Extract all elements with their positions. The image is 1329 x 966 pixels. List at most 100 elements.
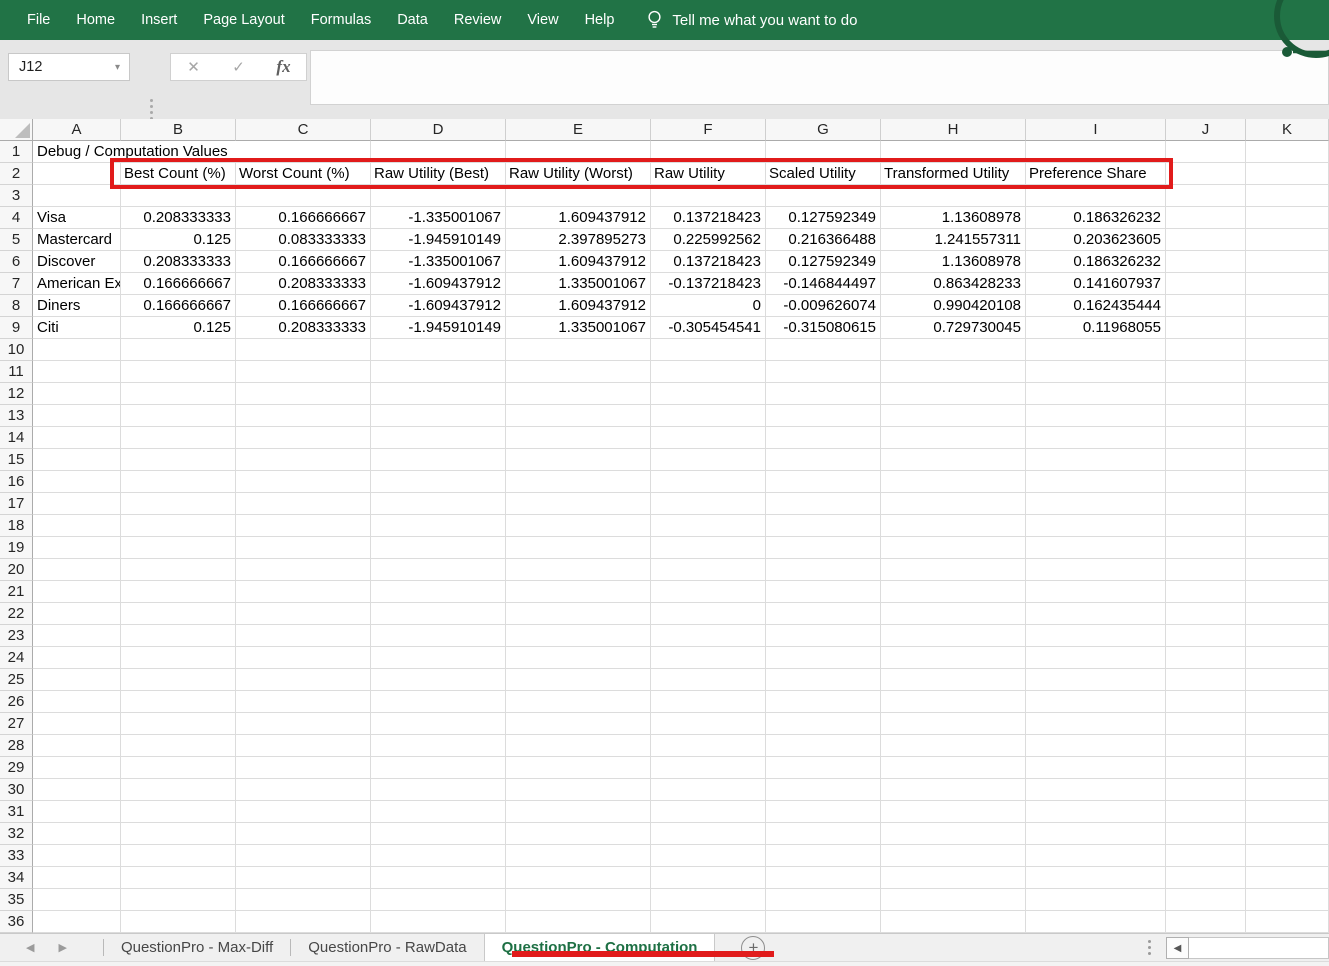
cell-A16[interactable] [33,471,121,493]
cell-D21[interactable] [371,581,506,603]
cell-J22[interactable] [1166,603,1246,625]
cell-A33[interactable] [33,845,121,867]
cell-H17[interactable] [881,493,1026,515]
cell-A26[interactable] [33,691,121,713]
cell-A24[interactable] [33,647,121,669]
cell-D17[interactable] [371,493,506,515]
cell-D20[interactable] [371,559,506,581]
cell-A3[interactable] [33,185,121,207]
cell-H22[interactable] [881,603,1026,625]
cell-A34[interactable] [33,867,121,889]
cell-K25[interactable] [1246,669,1329,691]
cell-D22[interactable] [371,603,506,625]
cell-D12[interactable] [371,383,506,405]
cell-C3[interactable] [236,185,371,207]
cell-I6[interactable]: 0.186326232 [1026,251,1166,273]
cancel-icon[interactable]: ✕ [179,58,209,76]
cell-G10[interactable] [766,339,881,361]
cell-G29[interactable] [766,757,881,779]
cell-F28[interactable] [651,735,766,757]
cell-C13[interactable] [236,405,371,427]
cell-D1[interactable] [371,141,506,163]
cell-F32[interactable] [651,823,766,845]
cell-J16[interactable] [1166,471,1246,493]
menu-formulas[interactable]: Formulas [298,0,384,40]
cell-D36[interactable] [371,911,506,933]
row-header-27[interactable]: 27 [0,713,33,735]
cell-G18[interactable] [766,515,881,537]
cell-K28[interactable] [1246,735,1329,757]
cell-K12[interactable] [1246,383,1329,405]
cell-A25[interactable] [33,669,121,691]
cell-C17[interactable] [236,493,371,515]
cell-C9[interactable]: 0.208333333 [236,317,371,339]
sheet-tab-rawdata[interactable]: QuestionPro - RawData [291,934,483,962]
cell-E27[interactable] [506,713,651,735]
cell-I18[interactable] [1026,515,1166,537]
cell-I11[interactable] [1026,361,1166,383]
cell-B8[interactable]: 0.166666667 [121,295,236,317]
cell-B19[interactable] [121,537,236,559]
cell-K1[interactable] [1246,141,1329,163]
cell-F26[interactable] [651,691,766,713]
cell-A19[interactable] [33,537,121,559]
row-header-33[interactable]: 33 [0,845,33,867]
cell-D2[interactable]: Raw Utility (Best) [371,163,506,185]
cell-G28[interactable] [766,735,881,757]
cell-A30[interactable] [33,779,121,801]
cell-H8[interactable]: 0.990420108 [881,295,1026,317]
col-header-J[interactable]: J [1166,119,1246,141]
col-header-K[interactable]: K [1246,119,1329,141]
cell-C16[interactable] [236,471,371,493]
cell-B10[interactable] [121,339,236,361]
cell-F31[interactable] [651,801,766,823]
cell-F14[interactable] [651,427,766,449]
cell-G21[interactable] [766,581,881,603]
cell-F36[interactable] [651,911,766,933]
col-header-C[interactable]: C [236,119,371,141]
cell-H12[interactable] [881,383,1026,405]
menu-file[interactable]: File [14,0,63,40]
cell-A28[interactable] [33,735,121,757]
cell-K30[interactable] [1246,779,1329,801]
cell-G16[interactable] [766,471,881,493]
cell-C22[interactable] [236,603,371,625]
cell-J20[interactable] [1166,559,1246,581]
cell-A36[interactable] [33,911,121,933]
cell-E4[interactable]: 1.609437912 [506,207,651,229]
cell-C6[interactable]: 0.166666667 [236,251,371,273]
cell-D30[interactable] [371,779,506,801]
cell-E23[interactable] [506,625,651,647]
cell-H10[interactable] [881,339,1026,361]
cell-B14[interactable] [121,427,236,449]
insert-function-icon[interactable]: fx [269,57,299,77]
row-header-18[interactable]: 18 [0,515,33,537]
menu-page-layout[interactable]: Page Layout [190,0,297,40]
horizontal-scrollbar[interactable] [1189,937,1329,959]
cell-J27[interactable] [1166,713,1246,735]
cell-G25[interactable] [766,669,881,691]
cell-H30[interactable] [881,779,1026,801]
sheet-tab-computation-active[interactable]: QuestionPro - Computation [484,934,716,962]
col-header-G[interactable]: G [766,119,881,141]
cell-F20[interactable] [651,559,766,581]
cell-D18[interactable] [371,515,506,537]
cell-F29[interactable] [651,757,766,779]
cell-D29[interactable] [371,757,506,779]
cell-H27[interactable] [881,713,1026,735]
cell-G22[interactable] [766,603,881,625]
cell-I3[interactable] [1026,185,1166,207]
cell-H5[interactable]: 1.241557311 [881,229,1026,251]
cell-I33[interactable] [1026,845,1166,867]
cell-C12[interactable] [236,383,371,405]
cell-B18[interactable] [121,515,236,537]
cell-A2[interactable] [33,163,121,185]
formula-input[interactable] [310,50,1329,105]
tab-nav-left-icon[interactable]: ◀ [26,941,34,954]
cell-B12[interactable] [121,383,236,405]
cell-C27[interactable] [236,713,371,735]
cell-D32[interactable] [371,823,506,845]
cell-E34[interactable] [506,867,651,889]
cell-B9[interactable]: 0.125 [121,317,236,339]
cell-I15[interactable] [1026,449,1166,471]
